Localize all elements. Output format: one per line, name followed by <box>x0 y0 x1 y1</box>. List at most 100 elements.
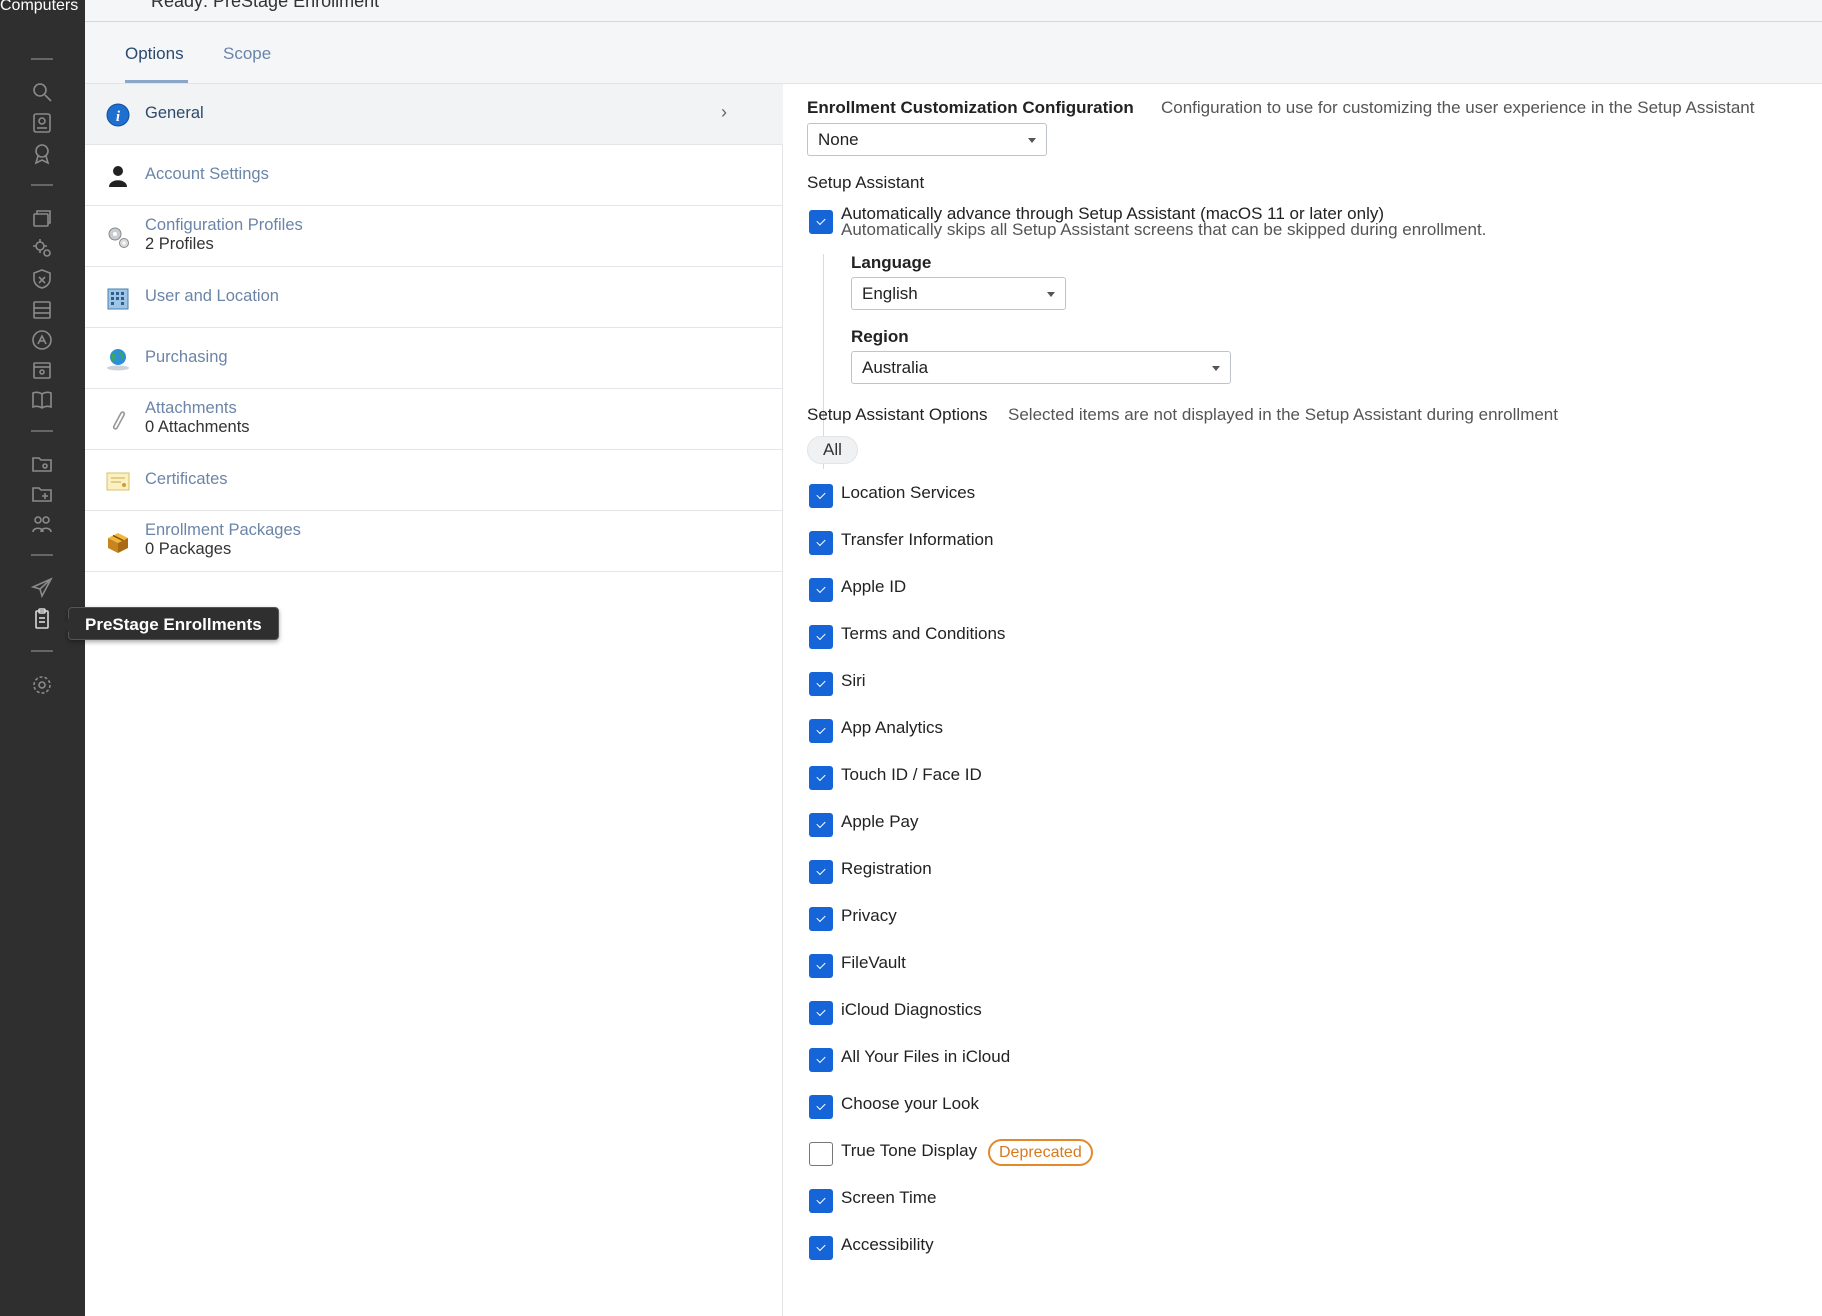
chevron-right-icon: › <box>721 102 727 122</box>
nav-item-purchasing[interactable]: Purchasing <box>85 328 783 389</box>
checkbox-location-services[interactable] <box>809 484 833 508</box>
deprecated-badge: Deprecated <box>988 1139 1093 1166</box>
left-rail: Computers <box>0 0 85 1316</box>
nav-label: Attachments <box>145 399 237 417</box>
language-select[interactable]: English <box>851 277 1066 310</box>
app-store-icon[interactable] <box>30 328 54 352</box>
customization-label: Enrollment Customization Configuration <box>807 98 1134 117</box>
region-label: Region <box>851 327 909 346</box>
checkbox-true-tone-display[interactable] <box>809 1142 833 1166</box>
nav-item-account-settings[interactable]: Account Settings <box>85 145 783 206</box>
option-label: Choose your Look <box>841 1094 979 1113</box>
rail-title: Computers <box>0 0 79 14</box>
book-icon[interactable] <box>30 388 54 412</box>
option-label: FileVault <box>841 953 906 972</box>
option-label: Transfer Information <box>841 530 994 549</box>
inventory-icon[interactable] <box>30 111 54 135</box>
nav-item-certificates[interactable]: Certificates <box>85 450 783 511</box>
calendar-icon[interactable] <box>30 358 54 382</box>
option-label: Location Services <box>841 483 976 502</box>
option-label: Siri <box>841 671 866 690</box>
checkbox-accessibility[interactable] <box>809 1236 833 1260</box>
checkbox-siri[interactable] <box>809 672 833 696</box>
user-silhouette-icon <box>109 166 127 187</box>
option-label: Apple ID <box>841 577 907 596</box>
options-nav: i General › Account Settings Configurati… <box>85 84 783 1316</box>
option-label: Apple Pay <box>841 812 919 831</box>
tab-options[interactable]: Options <box>125 44 184 64</box>
paperclip-icon <box>112 411 126 430</box>
checkbox-all-your-files-in-icloud[interactable] <box>809 1048 833 1072</box>
nav-sublabel: 2 Profiles <box>145 235 214 253</box>
globe-icon <box>107 349 129 371</box>
customization-select[interactable]: None <box>807 123 1047 156</box>
checkbox-filevault[interactable] <box>809 954 833 978</box>
nav-item-attachments[interactable]: Attachments 0 Attachments <box>85 389 783 450</box>
option-label: Accessibility <box>841 1235 934 1254</box>
checkbox-app-analytics[interactable] <box>809 719 833 743</box>
option-label: True Tone Display <box>841 1141 978 1160</box>
nav-item-enrollment-packages[interactable]: Enrollment Packages 0 Packages <box>85 511 783 572</box>
gears-icon <box>108 227 129 248</box>
info-icon: i <box>106 103 130 127</box>
stacked-windows-icon[interactable] <box>30 206 54 230</box>
select-all-button[interactable]: All <box>807 436 858 464</box>
auto-advance-help: Automatically skips all Setup Assistant … <box>841 220 1487 239</box>
nav-label: Enrollment Packages <box>145 521 301 539</box>
rail-divider <box>31 58 53 60</box>
nav-sublabel: 0 Packages <box>145 540 232 558</box>
badge-icon[interactable] <box>30 142 54 166</box>
folder-add-icon[interactable] <box>30 482 54 506</box>
breadcrumb: Ready: PreStage Enrollment <box>151 0 380 11</box>
dropdown-caret-icon <box>1212 366 1220 371</box>
rail-divider <box>31 650 53 652</box>
building-icon <box>107 288 129 310</box>
checkbox-icloud-diagnostics[interactable] <box>809 1001 833 1025</box>
tab-scope[interactable]: Scope <box>223 44 271 64</box>
language-select-value: English <box>862 284 918 303</box>
option-label: App Analytics <box>841 718 944 737</box>
dropdown-caret-icon <box>1028 138 1036 143</box>
shield-icon[interactable] <box>30 267 54 291</box>
options-help: Selected items are not displayed in the … <box>1008 405 1558 424</box>
folder-search-icon[interactable] <box>30 452 54 476</box>
checkbox-apple-pay[interactable] <box>809 813 833 837</box>
checkbox-terms-and-conditions[interactable] <box>809 625 833 649</box>
clipboard-icon[interactable] <box>30 607 54 631</box>
option-label: Terms and Conditions <box>841 624 1006 643</box>
language-label: Language <box>851 253 932 272</box>
setup-assistant-heading: Setup Assistant <box>807 173 925 192</box>
nav-item-general[interactable]: i General › <box>85 84 783 145</box>
checkbox-screen-time[interactable] <box>809 1189 833 1213</box>
option-label: All Your Files in iCloud <box>841 1047 1011 1066</box>
checkbox-choose-your-look[interactable] <box>809 1095 833 1119</box>
checkbox-touch-id-face-id[interactable] <box>809 766 833 790</box>
option-label: Privacy <box>841 906 897 925</box>
checkbox-registration[interactable] <box>809 860 833 884</box>
checkbox-transfer-information[interactable] <box>809 531 833 555</box>
users-group-icon[interactable] <box>30 512 54 536</box>
nav-label: Account Settings <box>145 165 269 183</box>
checkbox-apple-id[interactable] <box>809 578 833 602</box>
paper-plane-icon[interactable] <box>30 576 54 600</box>
active-tab-underline <box>125 80 188 83</box>
region-select[interactable]: Australia <box>851 351 1231 384</box>
package-box-icon <box>108 533 128 553</box>
nav-label: Configuration Profiles <box>145 216 303 234</box>
customization-select-value: None <box>818 130 859 149</box>
region-select-value: Australia <box>862 358 929 377</box>
nav-item-configuration-profiles[interactable]: Configuration Profiles 2 Profiles <box>85 206 783 267</box>
nav-sublabel: 0 Attachments <box>145 418 250 436</box>
nav-label: Certificates <box>145 470 228 488</box>
settings-gear-icon[interactable] <box>30 673 54 697</box>
rail-divider <box>31 554 53 556</box>
search-icon[interactable] <box>30 80 54 104</box>
nav-item-user-and-location[interactable]: User and Location <box>85 267 783 328</box>
option-label: Touch ID / Face ID <box>841 765 982 784</box>
auto-advance-checkbox[interactable] <box>809 210 833 234</box>
checklist-icon[interactable] <box>30 298 54 322</box>
gears-icon[interactable] <box>30 236 54 260</box>
dropdown-caret-icon <box>1047 292 1055 297</box>
checkbox-privacy[interactable] <box>809 907 833 931</box>
general-settings-pane: Enrollment Customization Configuration C… <box>783 84 1822 1316</box>
